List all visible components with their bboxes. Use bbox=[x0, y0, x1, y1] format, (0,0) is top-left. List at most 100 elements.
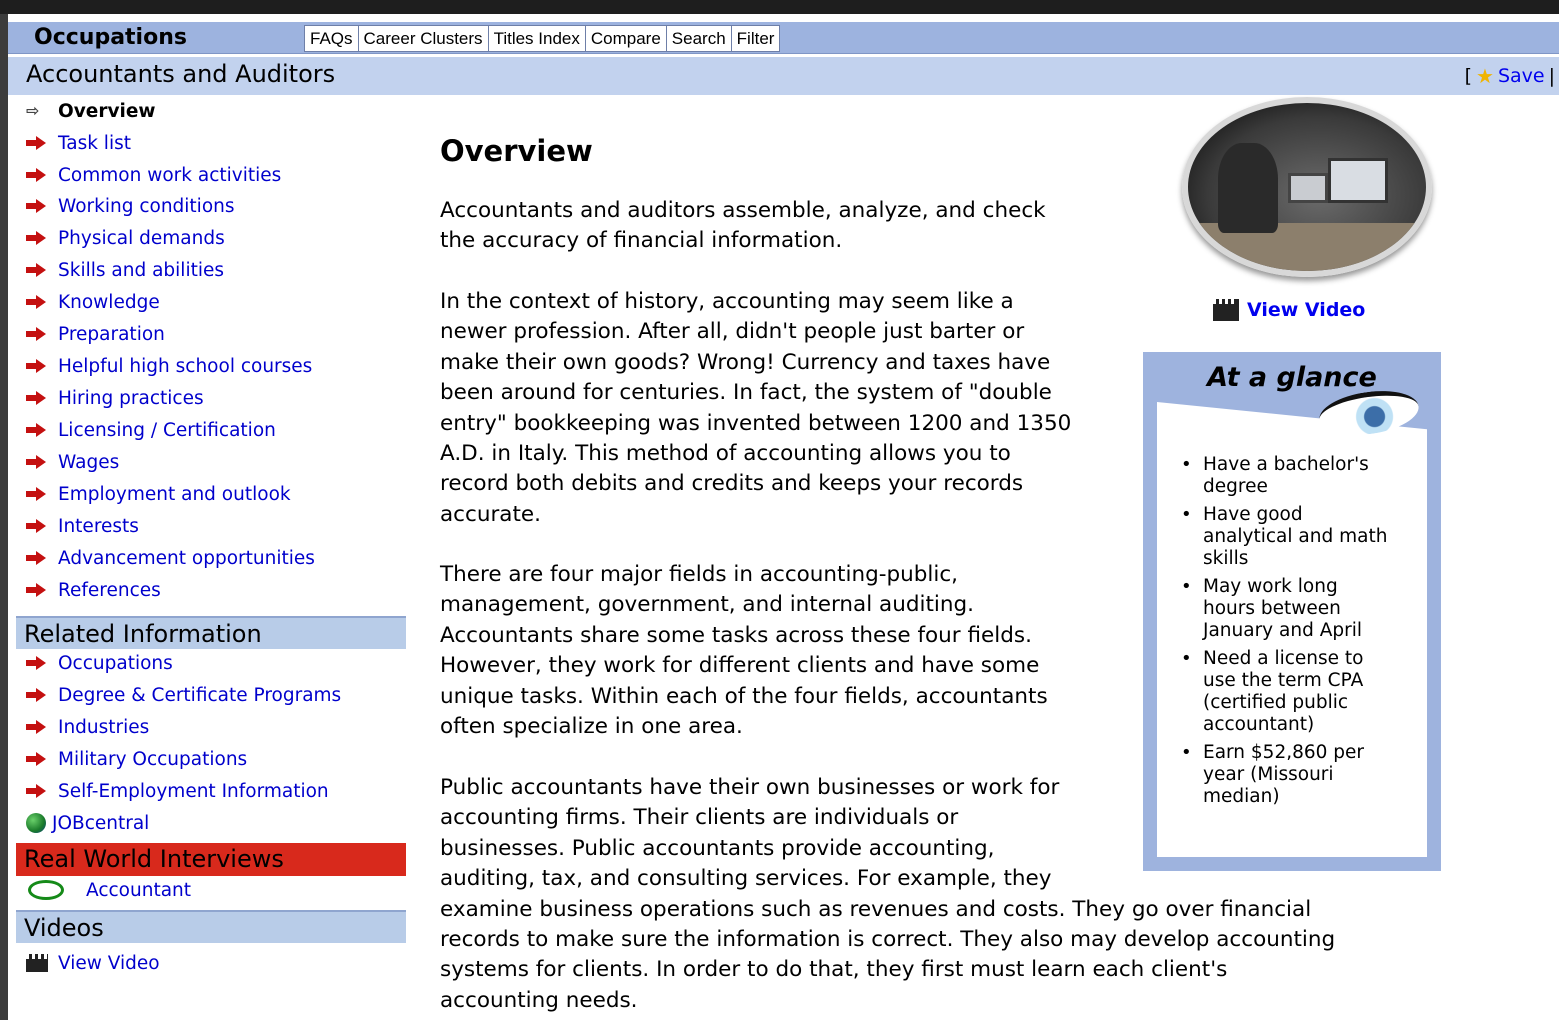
glance-item: Have good analytical and math skills bbox=[1173, 504, 1418, 570]
menu-item-common-work-activities[interactable]: Common work activities bbox=[26, 163, 281, 187]
menu-item-licensing-certification[interactable]: Licensing / Certification bbox=[26, 418, 276, 442]
text-line: There are four major fields in accountin… bbox=[440, 562, 959, 587]
menu-item-task-list[interactable]: Task list bbox=[26, 131, 131, 155]
sidebar-view-video-link[interactable]: View Video bbox=[26, 951, 160, 975]
red-arrow-icon bbox=[26, 295, 48, 309]
jobcentral-link[interactable]: JOBcentral bbox=[26, 811, 149, 835]
text-line: systems for clients. In order to do that… bbox=[440, 957, 1228, 983]
menu-item-overview[interactable]: ⇨ Overview bbox=[26, 99, 156, 123]
glance-title: At a glance bbox=[1207, 362, 1377, 393]
glance-line: analytical and math bbox=[1203, 526, 1388, 547]
red-arrow-icon bbox=[26, 487, 48, 501]
menu-item-label: Hiring practices bbox=[58, 387, 204, 409]
glance-line: January and April bbox=[1203, 620, 1362, 641]
related-degree-programs-link[interactable]: Degree & Certificate Programs bbox=[26, 683, 341, 707]
photo-laptop bbox=[1328, 158, 1388, 203]
tab-compare[interactable]: Compare bbox=[586, 26, 667, 51]
menu-item-label: Helpful high school courses bbox=[58, 355, 313, 377]
text-line: accurate. bbox=[440, 501, 541, 527]
nav-title: Occupations bbox=[34, 25, 187, 50]
accountant-photo bbox=[1182, 97, 1432, 277]
red-arrow-icon bbox=[26, 784, 48, 798]
text-line: been around for centuries. In fact, the … bbox=[440, 380, 1052, 406]
red-arrow-icon bbox=[26, 199, 48, 213]
red-arrow-icon bbox=[26, 455, 48, 469]
clapperboard-icon bbox=[1213, 299, 1239, 321]
window-top-strip bbox=[0, 0, 1559, 14]
window-left-edge bbox=[0, 14, 8, 1020]
menu-item-preparation[interactable]: Preparation bbox=[26, 322, 165, 346]
related-industries-link[interactable]: Industries bbox=[26, 715, 149, 739]
related-military-occupations-link[interactable]: Military Occupations bbox=[26, 747, 247, 771]
menu-item-label: Preparation bbox=[58, 323, 165, 345]
menu-item-label: Self-Employment Information bbox=[58, 780, 329, 802]
text-line: In the context of history, accounting ma… bbox=[440, 289, 1014, 314]
menu-item-interests[interactable]: Interests bbox=[26, 514, 139, 538]
glance-item: Need a license to use the term CPA (cert… bbox=[1173, 648, 1418, 736]
related-self-employment-link[interactable]: Self-Employment Information bbox=[26, 779, 329, 803]
glance-item: May work long hours between January and … bbox=[1173, 576, 1418, 642]
save-link[interactable]: Save bbox=[1498, 65, 1545, 87]
red-arrow-icon bbox=[26, 656, 48, 670]
text-line: However, they work for different clients… bbox=[440, 653, 1040, 679]
globe-icon bbox=[26, 813, 46, 833]
menu-item-label: Wages bbox=[58, 451, 120, 473]
menu-item-advancement-opportunities[interactable]: Advancement opportunities bbox=[26, 546, 315, 570]
tab-career-clusters[interactable]: Career Clusters bbox=[359, 26, 489, 51]
real-world-interviews-heading: Real World Interviews bbox=[16, 843, 406, 876]
glance-line: Have a bachelor's bbox=[1203, 454, 1369, 475]
glance-item: Have a bachelor's degree bbox=[1173, 454, 1418, 498]
menu-item-wages[interactable]: Wages bbox=[26, 450, 119, 474]
glance-line: median) bbox=[1203, 786, 1280, 807]
red-arrow-icon bbox=[26, 168, 48, 182]
nav-tabs: FAQs Career Clusters Titles Index Compar… bbox=[304, 25, 781, 52]
tab-faqs[interactable]: FAQs bbox=[305, 26, 359, 51]
red-arrow-icon bbox=[26, 263, 48, 277]
menu-item-knowledge[interactable]: Knowledge bbox=[26, 290, 160, 314]
at-a-glance-box: At a glance Have a bachelor's degree Hav… bbox=[1143, 352, 1441, 871]
videos-heading: Videos bbox=[16, 910, 406, 943]
menu-item-hiring-practices[interactable]: Hiring practices bbox=[26, 386, 204, 410]
tab-titles-index[interactable]: Titles Index bbox=[489, 26, 586, 51]
page-frame: Occupations FAQs Career Clusters Titles … bbox=[8, 14, 1559, 1020]
text-line: unique tasks. Within each of the four fi… bbox=[440, 683, 1048, 709]
glance-line: Earn $52,860 per bbox=[1203, 742, 1365, 763]
red-arrow-icon bbox=[26, 551, 48, 565]
glance-line: use the term CPA bbox=[1203, 670, 1364, 691]
menu-item-label: Occupations bbox=[58, 652, 173, 674]
view-video-label: View Video bbox=[1247, 299, 1366, 321]
menu-item-skills-and-abilities[interactable]: Skills and abilities bbox=[26, 258, 224, 282]
related-information-heading: Related Information bbox=[16, 616, 406, 649]
menu-item-working-conditions[interactable]: Working conditions bbox=[26, 194, 235, 218]
text-line: often specialize in one area. bbox=[440, 714, 743, 740]
menu-item-label: Licensing / Certification bbox=[58, 419, 276, 441]
top-nav-bar: Occupations FAQs Career Clusters Titles … bbox=[8, 22, 1559, 54]
menu-item-helpful-high-school-courses[interactable]: Helpful high school courses bbox=[26, 354, 312, 378]
menu-item-label: Knowledge bbox=[58, 291, 160, 313]
glance-line: hours between bbox=[1203, 598, 1341, 619]
menu-item-label: Interests bbox=[58, 515, 139, 537]
interview-accountant-link[interactable]: Accountant bbox=[28, 878, 191, 902]
menu-item-label: JOBcentral bbox=[52, 812, 150, 834]
menu-item-physical-demands[interactable]: Physical demands bbox=[26, 226, 225, 250]
star-icon[interactable]: ★ bbox=[1476, 64, 1494, 88]
text-line: the accuracy of financial information. bbox=[440, 228, 843, 254]
red-arrow-icon bbox=[26, 688, 48, 702]
menu-item-employment-and-outlook[interactable]: Employment and outlook bbox=[26, 482, 291, 506]
menu-item-references[interactable]: References bbox=[26, 578, 161, 602]
tab-search[interactable]: Search bbox=[667, 26, 732, 51]
title-bar: Accountants and Auditors [ ★ Save | bbox=[8, 57, 1559, 95]
menu-item-label: Working conditions bbox=[58, 195, 235, 217]
text-line: entry" bookkeeping was invented between … bbox=[440, 410, 1072, 436]
tab-filter[interactable]: Filter bbox=[732, 26, 780, 51]
menu-item-label: Accountant bbox=[86, 879, 192, 901]
related-occupations-link[interactable]: Occupations bbox=[26, 651, 173, 675]
red-arrow-icon bbox=[26, 423, 48, 437]
red-arrow-icon bbox=[26, 519, 48, 533]
menu-item-label: Physical demands bbox=[58, 227, 225, 249]
overview-heading: Overview bbox=[440, 134, 593, 168]
menu-item-label: Employment and outlook bbox=[58, 483, 291, 505]
text-line: records to make sure the information is … bbox=[440, 927, 1336, 953]
glance-line: skills bbox=[1203, 548, 1249, 569]
view-video-link[interactable]: View Video bbox=[1213, 299, 1365, 321]
